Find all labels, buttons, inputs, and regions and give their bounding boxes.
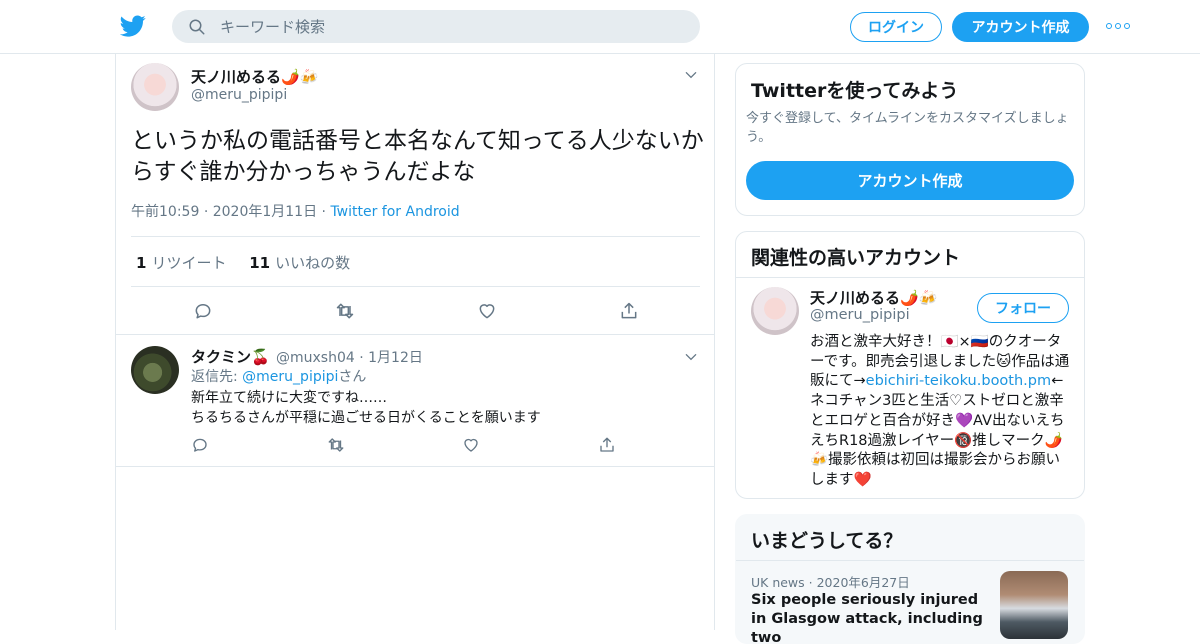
- related-account-name[interactable]: 天ノ川めるる🌶️🍻: [810, 287, 937, 308]
- like-count: 11: [249, 254, 271, 272]
- retweet-count: 1: [136, 254, 147, 272]
- signup-card: Twitterを使ってみよう 今すぐ登録して、タイムラインをカスタマイズしましょ…: [735, 63, 1085, 216]
- tweet-actions: [193, 301, 639, 321]
- separator: ·: [804, 575, 817, 590]
- tweet-source-link[interactable]: Twitter for Android: [330, 204, 459, 220]
- divider: [116, 466, 714, 467]
- reply-handle-text: @muxsh04: [276, 350, 355, 366]
- signup-card-text: 今すぐ登録して、タイムラインをカスタマイズしましょう。: [746, 111, 1069, 145]
- replying-to-link[interactable]: @meru_pipipi: [242, 369, 338, 385]
- trend-category: UK news: [751, 575, 805, 590]
- avatar[interactable]: [131, 346, 179, 394]
- reply-actions: [191, 436, 616, 454]
- tweet-text: というか私の電話番号と本名なんて知ってる人少ないからすぐ誰か分かっちゃうんだよな: [131, 128, 704, 185]
- main-column: 天ノ川めるる🌶️🍻 @meru_pipipi というか私の電話番号と本名なんて知…: [115, 54, 715, 630]
- related-account-handle[interactable]: @meru_pipipi: [810, 307, 910, 323]
- reply-text-line: 新年立て続けに大変ですね……: [191, 390, 387, 406]
- reply-icon[interactable]: [193, 301, 213, 321]
- like-icon[interactable]: [462, 436, 480, 454]
- retweet-icon[interactable]: [327, 436, 345, 454]
- reply-author-name[interactable]: タクミン🍒: [191, 346, 270, 367]
- chevron-down-icon[interactable]: [684, 68, 698, 82]
- replying-prefix: 返信先:: [191, 369, 243, 385]
- reply-date[interactable]: 1月12日: [368, 350, 423, 366]
- separator: ·: [354, 350, 369, 366]
- avatar[interactable]: [751, 287, 799, 335]
- top-bar: ログイン アカウント作成: [0, 0, 1200, 54]
- like-stat-label: いいねの数: [275, 254, 351, 272]
- tweet-stats: 1 リツイート 11 いいねの数: [136, 252, 350, 273]
- trends-title: いまどうしてる？: [751, 530, 903, 552]
- reply-icon[interactable]: [191, 436, 209, 454]
- trends-card: いまどうしてる？ UK news · 2020年6月27日 Six people…: [735, 514, 1085, 644]
- signup-button[interactable]: アカウント作成: [952, 12, 1089, 42]
- search-bar[interactable]: [172, 10, 700, 43]
- like-icon[interactable]: [477, 301, 497, 321]
- retweet-stat-label: リツイート: [151, 254, 227, 272]
- more-menu-icon[interactable]: [1106, 18, 1130, 34]
- tweet-date[interactable]: 2020年1月11日: [213, 204, 317, 220]
- reply-author-handle[interactable]: @muxsh04 · 1月12日: [276, 347, 423, 367]
- bio-link[interactable]: ebichiri-teikoku.booth.pm: [866, 373, 1051, 389]
- trend-meta: UK news · 2020年6月27日: [751, 572, 910, 591]
- retweet-stat[interactable]: 1 リツイート: [136, 254, 226, 272]
- related-accounts-card: 関連性の高いアカウント 天ノ川めるる🌶️🍻 @meru_pipipi フォロー …: [735, 231, 1085, 499]
- replying-to: 返信先: @meru_pipipiさん: [191, 367, 366, 387]
- retweet-icon[interactable]: [335, 301, 355, 321]
- signup-card-button[interactable]: アカウント作成: [746, 161, 1074, 200]
- search-icon: [189, 19, 205, 34]
- share-icon[interactable]: [598, 436, 616, 454]
- replying-suffix: さん: [338, 369, 367, 385]
- divider: [131, 236, 700, 237]
- twitter-logo-icon[interactable]: [120, 13, 146, 39]
- related-account-item[interactable]: 天ノ川めるる🌶️🍻 @meru_pipipi フォロー お酒と激辛大好き！🇯🇵×…: [736, 277, 1084, 498]
- share-icon[interactable]: [619, 301, 639, 321]
- follow-button[interactable]: フォロー: [977, 293, 1069, 323]
- bio-text: ←ネコチャン3匹と生活♡ストゼロと激辛とエロゲと百合が好き💜AV出ないえちえちR…: [810, 373, 1065, 488]
- tweet-time[interactable]: 午前10:59: [131, 204, 199, 220]
- reply-text-line: ちるちるさんが平穏に過ごせる日がくることを願います: [191, 410, 541, 426]
- login-button[interactable]: ログイン: [850, 12, 942, 42]
- tweet-author-handle[interactable]: @meru_pipipi: [191, 87, 287, 103]
- related-account-bio: お酒と激辛大好き！🇯🇵×🇷🇺のクオーターです。即売会引退しました🐱作品は通販にて…: [810, 333, 1072, 491]
- avatar[interactable]: [131, 63, 179, 111]
- trend-headline: Six people seriously injured in Glasgow …: [751, 592, 983, 644]
- separator: ·: [203, 204, 213, 220]
- trend-item[interactable]: UK news · 2020年6月27日 Six people seriousl…: [736, 561, 1084, 644]
- trend-thumbnail[interactable]: [1000, 571, 1068, 639]
- search-input[interactable]: [220, 17, 670, 36]
- like-stat[interactable]: 11 いいねの数: [249, 254, 350, 272]
- tweet-meta: 午前10:59 · 2020年1月11日 · Twitter for Andro…: [131, 201, 460, 221]
- chevron-down-icon[interactable]: [684, 350, 698, 364]
- related-accounts-title: 関連性の高いアカウント: [751, 247, 961, 269]
- tweet-author-name[interactable]: 天ノ川めるる🌶️🍻: [191, 66, 318, 87]
- divider: [116, 334, 714, 335]
- divider: [131, 286, 700, 287]
- signup-card-title: Twitterを使ってみよう: [751, 80, 959, 102]
- trend-date: 2020年6月27日: [816, 575, 910, 590]
